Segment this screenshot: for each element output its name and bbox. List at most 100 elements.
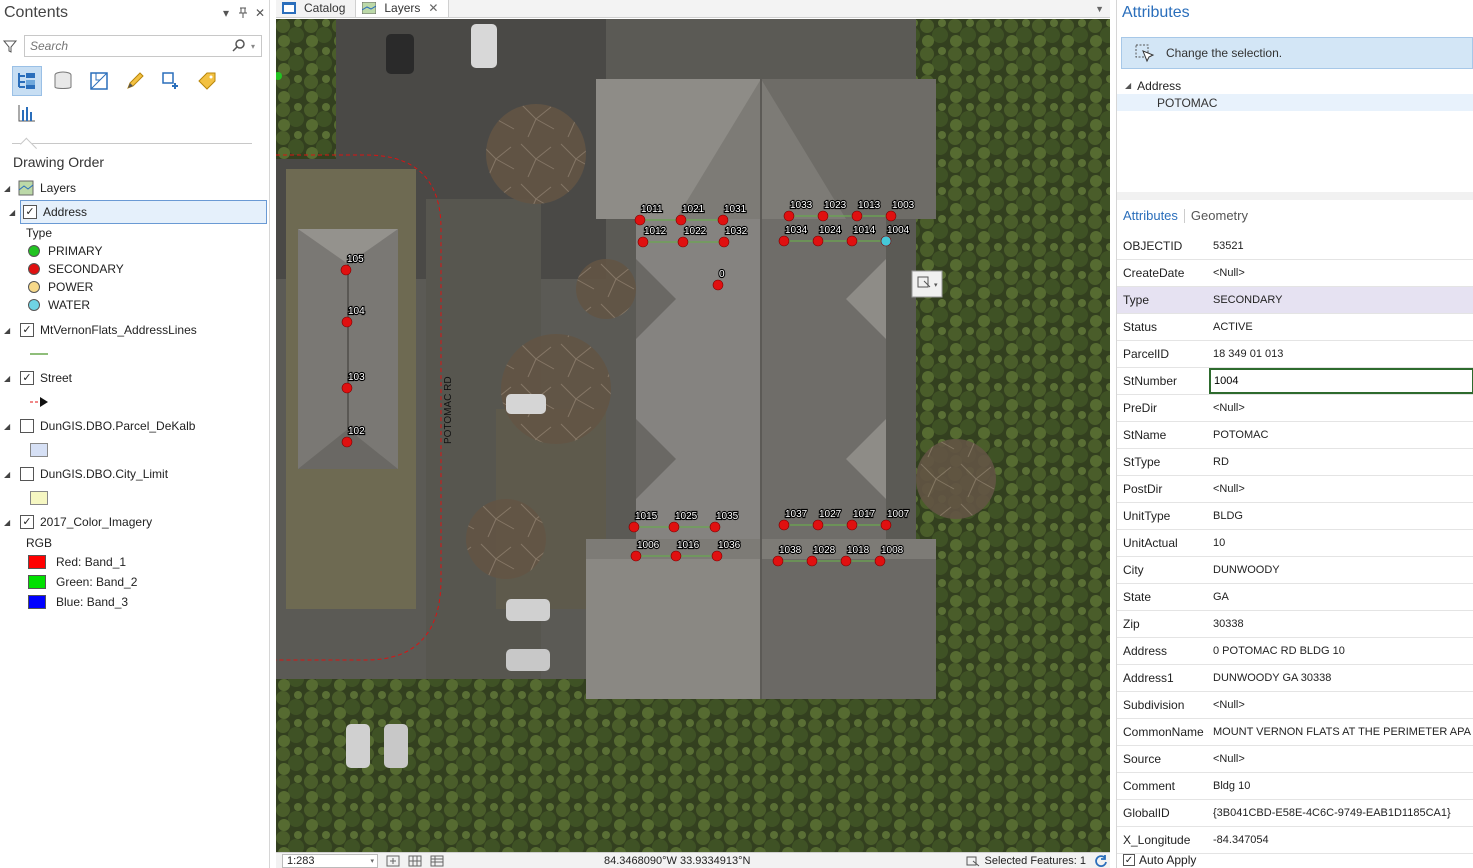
aerial-imagery[interactable]: POTOMAC RD 1011 1021 1031 1012 1022 1032 1033 1… xyxy=(276,19,1110,852)
attribute-value[interactable]: DUNWOODY GA 30338 xyxy=(1209,665,1473,691)
attribute-value[interactable]: <Null> xyxy=(1209,692,1473,718)
attribute-row[interactable]: Zip 30338 xyxy=(1117,611,1473,638)
list-by-labeling-button[interactable] xyxy=(192,66,222,96)
attribute-row[interactable]: GlobalID {3B041CBD-E58E-4C6C-9749-EAB1D11… xyxy=(1117,800,1473,827)
list-by-charts-button[interactable] xyxy=(12,98,42,128)
address-point[interactable] xyxy=(778,519,790,531)
attribute-row[interactable]: CreateDate <Null> xyxy=(1117,260,1473,287)
layer-imagery[interactable]: ◢ ✓ 2017_Color_Imagery xyxy=(0,510,269,534)
attribute-value[interactable]: <Null> xyxy=(1209,746,1473,772)
auto-apply-toggle[interactable]: ✓ Auto Apply xyxy=(1123,853,1196,867)
attribute-value[interactable]: 10 xyxy=(1209,530,1473,556)
map-selection-chip[interactable]: ▾ xyxy=(911,270,943,298)
attribute-value[interactable]: RD xyxy=(1209,449,1473,475)
refresh-icon[interactable] xyxy=(1094,854,1108,868)
chevron-down-icon[interactable]: ▾ xyxy=(370,857,374,865)
address-point[interactable] xyxy=(880,519,892,531)
tab-catalog[interactable]: Catalog xyxy=(276,0,357,17)
pane-splitter[interactable] xyxy=(1117,192,1473,200)
attribute-value[interactable]: Bldg 10 xyxy=(1209,773,1473,799)
attribute-row[interactable]: StType RD xyxy=(1117,449,1473,476)
expand-icon[interactable]: ◢ xyxy=(1125,81,1131,90)
layer-address[interactable]: ◢ ✓ Address xyxy=(9,200,267,224)
list-by-drawing-order-button[interactable] xyxy=(12,66,42,96)
attribute-value[interactable]: GA xyxy=(1209,584,1473,610)
attribute-row[interactable]: Address 0 POTOMAC RD BLDG 10 xyxy=(1117,638,1473,665)
address-point[interactable] xyxy=(677,236,689,248)
attribute-row[interactable]: Comment Bldg 10 xyxy=(1117,773,1473,800)
stnumber-input[interactable] xyxy=(1214,375,1472,387)
attribute-value[interactable]: 18 349 01 013 xyxy=(1209,341,1473,367)
attribute-value[interactable]: <Null> xyxy=(1209,260,1473,286)
pin-icon[interactable] xyxy=(235,5,251,21)
grid-icon[interactable] xyxy=(408,855,422,867)
attribute-row[interactable]: OBJECTID 53521 xyxy=(1117,233,1473,260)
expand-icon[interactable]: ◢ xyxy=(4,184,14,193)
tab-attributes[interactable]: Attributes xyxy=(1123,208,1178,223)
address-point[interactable] xyxy=(341,436,353,448)
layer-street[interactable]: ◢ ✓ Street xyxy=(0,366,269,390)
search-options-icon[interactable]: ▾ xyxy=(251,42,261,51)
layer-parcel[interactable]: ◢ DunGIS.DBO.Parcel_DeKalb xyxy=(0,414,269,438)
attribute-row[interactable]: X_Longitude -84.347054 xyxy=(1117,827,1473,854)
layer-address-lines[interactable]: ◢ ✓ MtVernonFlats_AddressLines xyxy=(0,318,269,342)
scale-selector[interactable]: 1:283 ▾ xyxy=(282,853,378,868)
attribute-row[interactable]: Address1 DUNWOODY GA 30338 xyxy=(1117,665,1473,692)
attribute-value[interactable]: DUNWOODY xyxy=(1209,557,1473,583)
close-icon[interactable]: ✕ xyxy=(252,5,268,21)
layer-visibility-checkbox[interactable]: ✓ xyxy=(20,371,34,385)
layer-visibility-checkbox[interactable]: ✓ xyxy=(20,515,34,529)
address-point[interactable] xyxy=(812,519,824,531)
layer-visibility-checkbox[interactable] xyxy=(20,467,34,481)
address-point[interactable] xyxy=(340,264,352,276)
attribute-row[interactable]: State GA xyxy=(1117,584,1473,611)
tree-layer-node[interactable]: ◢ Address xyxy=(1117,77,1473,94)
address-point[interactable] xyxy=(778,235,790,247)
pane-menu-icon[interactable]: ▾ xyxy=(218,5,234,21)
layer-city-limit[interactable]: ◢ DunGIS.DBO.City_Limit xyxy=(0,462,269,486)
close-icon[interactable]: ✕ xyxy=(428,1,438,15)
attribute-value[interactable]: <Null> xyxy=(1209,476,1473,502)
address-point[interactable] xyxy=(717,214,729,226)
attribute-value[interactable]: BLDG xyxy=(1209,503,1473,529)
address-point[interactable] xyxy=(840,555,852,567)
attribute-row[interactable]: PostDir <Null> xyxy=(1117,476,1473,503)
selected-features[interactable]: Selected Features: 1 xyxy=(966,855,1094,867)
attribute-row[interactable]: Source <Null> xyxy=(1117,746,1473,773)
expand-icon[interactable]: ◢ xyxy=(4,518,14,527)
attribute-value[interactable]: 0 POTOMAC RD BLDG 10 xyxy=(1209,638,1473,664)
attribute-value[interactable]: {3B041CBD-E58E-4C6C-9749-EAB1D1185CA1} xyxy=(1209,800,1473,826)
filter-icon[interactable] xyxy=(2,38,18,54)
address-point[interactable] xyxy=(806,555,818,567)
expand-icon[interactable]: ◢ xyxy=(4,422,14,431)
attribute-row[interactable]: PreDir <Null> xyxy=(1117,395,1473,422)
change-selection-bar[interactable]: Change the selection. xyxy=(1121,37,1473,69)
table-icon[interactable] xyxy=(430,855,444,867)
attribute-row[interactable]: CommonName MOUNT VERNON FLATS AT THE PERI… xyxy=(1117,719,1473,746)
address-point[interactable] xyxy=(851,210,863,222)
address-point[interactable] xyxy=(630,550,642,562)
address-point[interactable] xyxy=(709,521,721,533)
address-point[interactable] xyxy=(670,550,682,562)
address-point[interactable] xyxy=(341,382,353,394)
attribute-row[interactable]: ParcelID 18 349 01 013 xyxy=(1117,341,1473,368)
expand-icon[interactable]: ◢ xyxy=(9,208,19,217)
attribute-row[interactable]: UnitActual 10 xyxy=(1117,530,1473,557)
attribute-row[interactable]: StName POTOMAC xyxy=(1117,422,1473,449)
attribute-value[interactable]: 53521 xyxy=(1209,233,1473,259)
attribute-row[interactable]: UnitType BLDG xyxy=(1117,503,1473,530)
auto-apply-checkbox[interactable]: ✓ xyxy=(1123,854,1135,866)
attribute-row[interactable]: StNumber xyxy=(1117,368,1473,395)
search-box[interactable]: ▾ xyxy=(24,35,262,57)
list-by-data-source-button[interactable] xyxy=(48,66,78,96)
list-by-selection-button[interactable] xyxy=(84,66,114,96)
layer-visibility-checkbox[interactable]: ✓ xyxy=(20,323,34,337)
address-point[interactable] xyxy=(846,235,858,247)
attribute-value[interactable]: 30338 xyxy=(1209,611,1473,637)
attribute-value[interactable]: SECONDARY xyxy=(1209,287,1473,313)
tree-feature-node[interactable]: POTOMAC xyxy=(1117,94,1473,111)
attribute-value[interactable]: MOUNT VERNON FLATS AT THE PERIMETER APA xyxy=(1209,719,1473,745)
attribute-row[interactable]: Subdivision <Null> xyxy=(1117,692,1473,719)
attribute-row[interactable]: City DUNWOODY xyxy=(1117,557,1473,584)
address-point[interactable] xyxy=(812,235,824,247)
